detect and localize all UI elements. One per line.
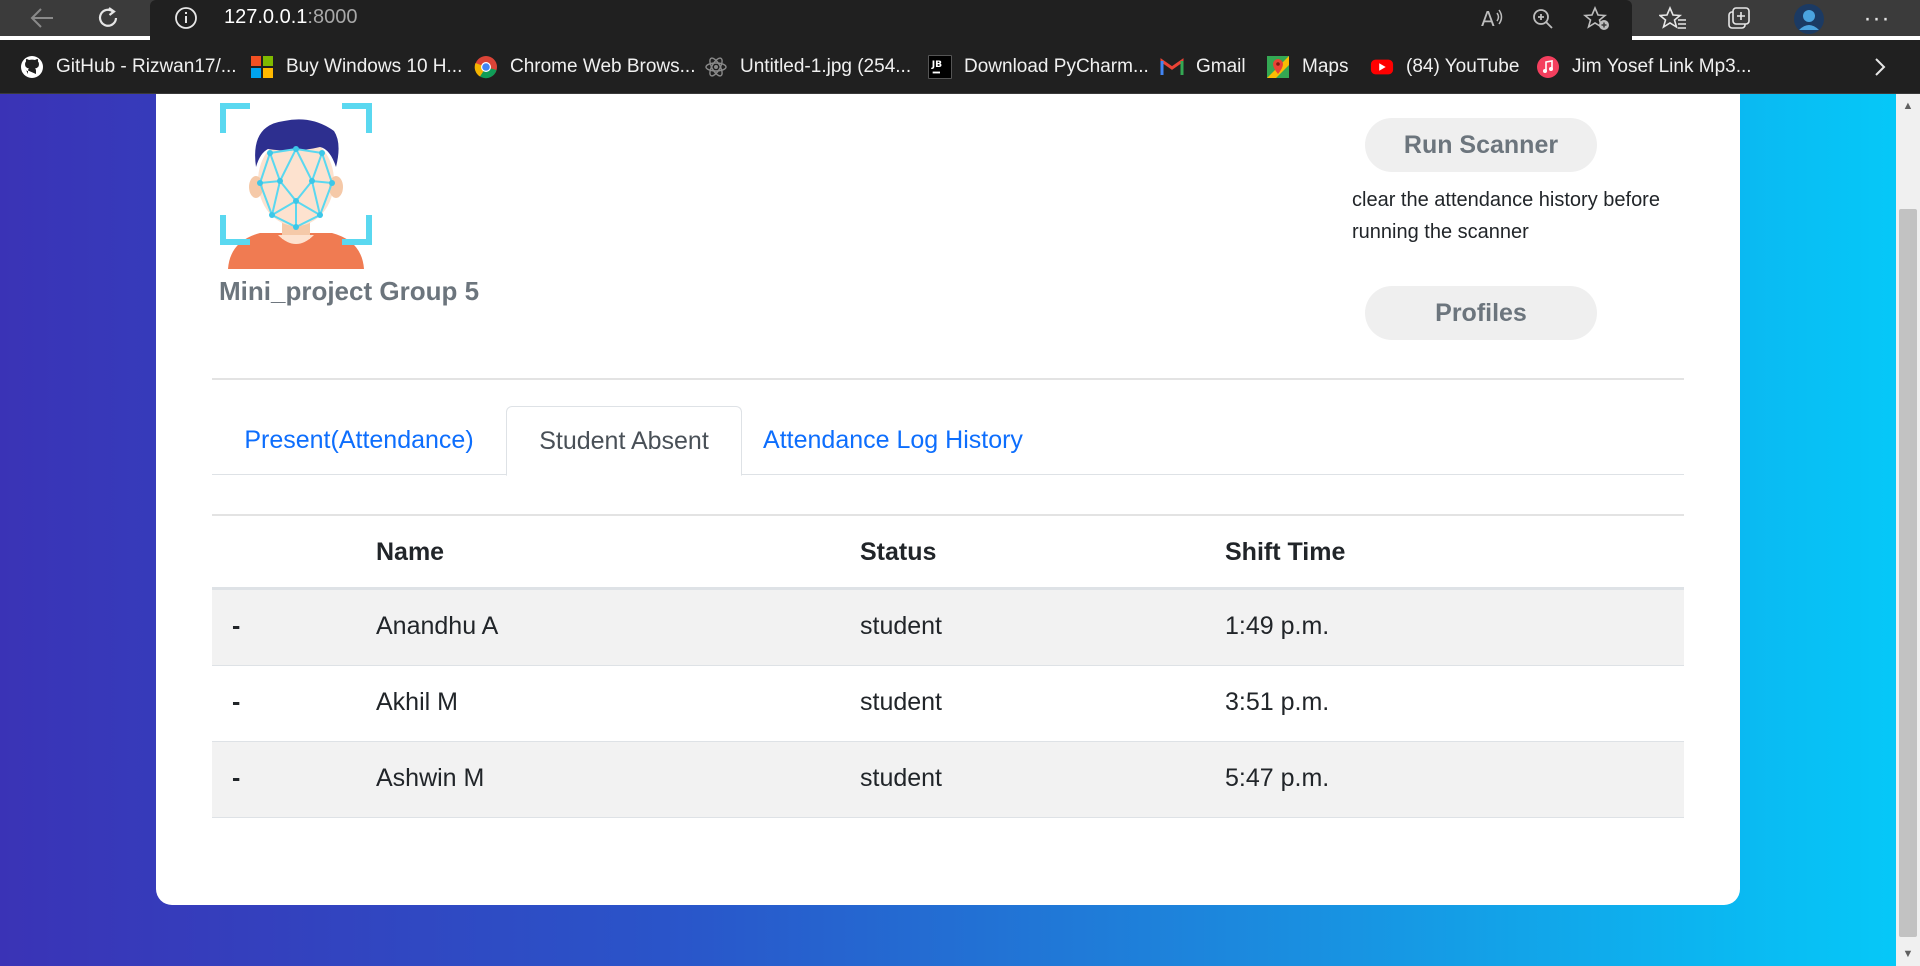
favorites-icon[interactable] — [1656, 2, 1690, 36]
run-scanner-button[interactable]: Run Scanner — [1365, 118, 1597, 172]
bookmark-label: Maps — [1302, 56, 1349, 77]
section-divider — [212, 378, 1684, 380]
bookmark-label: Chrome Web Brows... — [510, 56, 696, 77]
github-icon — [20, 55, 44, 79]
scanner-hint-line: clear the attendance history before — [1352, 189, 1660, 211]
vertical-scrollbar[interactable]: ▲ ▼ — [1896, 94, 1920, 966]
bookmark-item[interactable]: (84) YouTube — [1370, 54, 1519, 80]
svg-text:JB: JB — [931, 59, 942, 70]
bookmark-item[interactable]: GitHub - Rizwan17/... — [20, 54, 237, 80]
table-header-row: Name Status Shift Time — [212, 514, 1684, 590]
bookmark-item[interactable]: Gmail — [1160, 54, 1246, 80]
scroll-up-icon[interactable]: ▲ — [1896, 96, 1920, 116]
profile-avatar[interactable] — [1792, 2, 1826, 36]
tab-student-absent[interactable]: Student Absent — [506, 406, 742, 476]
browser-toolbar: 127.0.0.1:8000 A ··· — [0, 0, 1920, 40]
student-name: Akhil M — [376, 688, 458, 716]
bookmark-item[interactable]: Buy Windows 10 H... — [250, 54, 462, 80]
student-status: student — [860, 764, 943, 792]
zoom-icon[interactable] — [1526, 2, 1560, 36]
back-button[interactable] — [22, 0, 62, 36]
profiles-button[interactable]: Profiles — [1365, 286, 1597, 340]
group-name: Mini_project Group 5 — [219, 276, 480, 306]
bookmark-item[interactable]: Jim Yosef Link Mp3... — [1536, 54, 1752, 80]
student-name: Anandhu A — [376, 612, 499, 640]
site-info-icon[interactable] — [174, 6, 198, 30]
bookmark-label: Untitled-1.jpg (254... — [740, 56, 912, 77]
table-row: - Anandhu A student 1:49 p.m. — [212, 590, 1684, 666]
column-header-status: Status — [860, 538, 937, 566]
bookmark-label: Gmail — [1196, 56, 1246, 77]
chrome-icon — [474, 55, 498, 79]
maps-icon — [1266, 55, 1290, 79]
tab-attendance-log-history[interactable]: Attendance Log History — [742, 406, 1044, 475]
reload-icon — [98, 7, 118, 27]
shift-time: 1:49 p.m. — [1225, 612, 1330, 640]
read-aloud-icon[interactable]: A — [1475, 2, 1509, 36]
table-row: - Ashwin M student 5:47 p.m. — [212, 742, 1684, 818]
address-port: :8000 — [307, 6, 358, 28]
atom-icon — [704, 55, 728, 79]
bookmark-label: Buy Windows 10 H... — [286, 56, 463, 77]
tab-bar: Present(Attendance) Student Absent Atten… — [212, 406, 1684, 476]
bookmarks-bar: GitHub - Rizwan17/... Buy Windows 10 H..… — [0, 40, 1920, 94]
scrollbar-thumb[interactable] — [1899, 209, 1917, 937]
table-row: - Akhil M student 3:51 p.m. — [212, 666, 1684, 742]
absent-students-table: Name Status Shift Time - Anandhu A stude… — [212, 514, 1684, 818]
main-card: Mini_project Group 5 Run Scanner clear t… — [156, 94, 1740, 905]
column-header-shift-time: Shift Time — [1225, 538, 1346, 566]
bookmark-label: Jim Yosef Link Mp3... — [1572, 56, 1752, 77]
student-name: Ashwin M — [376, 764, 485, 792]
bookmark-label: GitHub - Rizwan17/... — [56, 56, 237, 77]
chevron-right-icon — [1875, 58, 1886, 76]
youtube-icon — [1370, 55, 1394, 79]
face-scan-logo — [220, 103, 372, 269]
music-icon — [1536, 55, 1560, 79]
reload-button[interactable] — [88, 0, 128, 36]
address-host: 127.0.0.1 — [224, 6, 308, 28]
tab-present-attendance[interactable]: Present(Attendance) — [212, 406, 506, 475]
more-options-icon[interactable]: ··· — [1860, 2, 1894, 36]
bookmark-item[interactable]: Untitled-1.jpg (254... — [704, 54, 911, 80]
bookmarks-overflow-button[interactable] — [1872, 54, 1888, 80]
svg-text:A: A — [1481, 7, 1495, 31]
page-viewport: Mini_project Group 5 Run Scanner clear t… — [0, 94, 1896, 966]
gmail-icon — [1160, 55, 1184, 79]
bookmark-label: Download PyCharm... — [964, 56, 1149, 77]
collections-icon[interactable] — [1722, 2, 1756, 36]
back-arrow-icon — [30, 8, 53, 28]
scanner-hint: clear the attendance history before runn… — [1352, 184, 1692, 248]
row-marker: - — [232, 612, 241, 640]
scroll-down-icon[interactable]: ▼ — [1896, 944, 1920, 964]
bookmark-item[interactable]: JB Download PyCharm... — [928, 54, 1149, 80]
student-status: student — [860, 688, 943, 716]
jetbrains-icon: JB — [928, 55, 952, 79]
shift-time: 3:51 p.m. — [1225, 688, 1330, 716]
student-status: student — [860, 612, 943, 640]
bookmark-item[interactable]: Maps — [1266, 54, 1348, 80]
windows-logo-icon — [250, 55, 274, 79]
column-header-name: Name — [376, 538, 445, 566]
bookmark-item[interactable]: Chrome Web Brows... — [474, 54, 695, 80]
row-marker: - — [232, 688, 241, 716]
shift-time: 5:47 p.m. — [1225, 764, 1330, 792]
add-favorite-icon[interactable] — [1580, 2, 1614, 36]
address-bar[interactable]: 127.0.0.1:8000 A — [150, 0, 1632, 40]
scanner-hint-line: running the scanner — [1352, 221, 1529, 243]
bookmark-label: (84) YouTube — [1406, 56, 1520, 77]
address-text[interactable]: 127.0.0.1:8000 — [224, 6, 357, 29]
row-marker: - — [232, 764, 241, 792]
